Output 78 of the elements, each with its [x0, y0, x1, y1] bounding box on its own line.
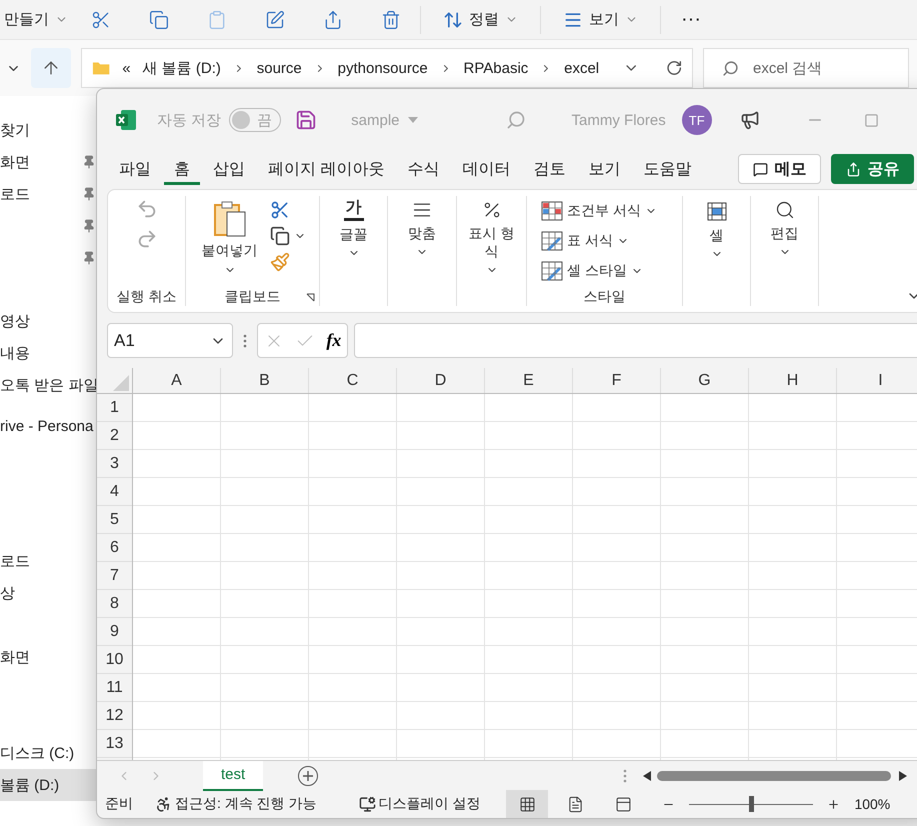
row-header[interactable]: 1	[97, 394, 132, 422]
breadcrumb[interactable]: 새 볼륨 (D:)	[142, 58, 221, 78]
column-header[interactable]: G	[661, 368, 749, 393]
accessibility-status[interactable]: 접근성: 계속 진행 가능	[175, 795, 317, 813]
breadcrumb[interactable]: source	[256, 60, 302, 76]
nav-item[interactable]: 화면	[0, 641, 100, 673]
toolbar-menu[interactable]: 만들기	[0, 2, 72, 38]
table-style-button[interactable]: 표 서식	[537, 226, 633, 256]
ribbon-tab[interactable]: 페이지 레이아웃	[258, 153, 394, 185]
paste-button[interactable]: 붙여넣기	[200, 196, 260, 280]
row-header[interactable]: 2	[97, 422, 132, 450]
ribbon-tab[interactable]: 파일	[109, 153, 161, 185]
ribbon-tab[interactable]: 데이터	[452, 153, 520, 185]
group-label: 실행 취소	[116, 288, 176, 306]
column-header[interactable]: F	[573, 368, 661, 393]
ribbon-tab[interactable]: 홈	[164, 153, 200, 185]
group-label: 스타일	[584, 288, 626, 306]
column-header[interactable]: A	[133, 368, 221, 393]
align-button[interactable]: 맞춤	[395, 196, 449, 262]
row-header[interactable]: 6	[97, 534, 132, 562]
row-header[interactable]: 13	[97, 730, 132, 758]
row-header[interactable]: 9	[97, 618, 132, 646]
column-header[interactable]: D	[397, 368, 485, 393]
ribbon-tab[interactable]: 검토	[523, 153, 576, 185]
column-header[interactable]: B	[221, 368, 309, 393]
nav-item[interactable]: 디스크 (C:)	[0, 737, 100, 769]
zoom-level[interactable]: 100%	[854, 796, 890, 812]
cells-button[interactable]: 셀	[694, 196, 738, 264]
ribbon-tab[interactable]: 삽입	[203, 153, 255, 185]
number-button[interactable]: 표시 형식	[464, 196, 520, 280]
nav-item[interactable]: 영상	[0, 305, 100, 337]
nav-item[interactable]: 상	[0, 577, 100, 609]
address-bar[interactable]: « 새 볼륨 (D:) source pythonsource RPAbasic excel	[81, 48, 693, 88]
breadcrumb[interactable]: pythonsource	[338, 60, 428, 76]
toolbar-menu[interactable]: 정렬	[421, 2, 540, 38]
font-button[interactable]: 가 글꼴	[326, 196, 380, 264]
toolbar-menu[interactable]: 보기	[541, 2, 660, 38]
ribbon-tab[interactable]: 보기	[578, 153, 630, 185]
row-header[interactable]: 7	[97, 562, 132, 590]
ribbon-tab[interactable]: 도움말	[633, 153, 702, 185]
user-name: Tammy Flores	[572, 112, 666, 128]
breadcrumb[interactable]: RPAbasic	[464, 60, 528, 76]
comment-button[interactable]: 메모	[738, 154, 822, 184]
share-button[interactable]: 공유	[831, 154, 914, 184]
user-avatar[interactable]: TF	[682, 105, 712, 135]
nav-item[interactable]: 로드	[0, 545, 100, 577]
row-header[interactable]: 12	[97, 702, 132, 730]
row-header[interactable]: 8	[97, 590, 132, 618]
more-button[interactable]: ···	[661, 2, 721, 38]
breadcrumb[interactable]: excel	[564, 60, 600, 76]
nav-item[interactable]: rive - Persona	[0, 410, 100, 442]
cell-style-button[interactable]: 셀 스타일	[537, 256, 647, 286]
edit-button[interactable]: 편집	[762, 196, 806, 262]
column-header[interactable]: E	[485, 368, 573, 393]
column-header[interactable]: H	[749, 368, 837, 393]
insert-function-button[interactable]: fx	[326, 330, 342, 351]
row-header[interactable]: 11	[97, 674, 132, 702]
row-header[interactable]: 3	[97, 450, 132, 478]
breadcrumb[interactable]: «	[122, 60, 131, 76]
autosave-label: 자동 저장	[157, 110, 222, 130]
search-field[interactable]: excel 검색	[703, 48, 909, 88]
row-header[interactable]: 5	[97, 506, 132, 534]
group-label: 클립보드	[224, 288, 280, 306]
display-settings[interactable]: 디스플레이 설정	[378, 795, 480, 813]
column-header[interactable]: I	[837, 368, 917, 393]
row-header[interactable]: 4	[97, 478, 132, 506]
nav-item[interactable]: 찾기	[0, 114, 100, 146]
conditional-style-button[interactable]: 조건부 서식	[537, 196, 661, 226]
ribbon-tab[interactable]: 수식	[397, 153, 450, 185]
row-header[interactable]: 10	[97, 646, 132, 674]
nav-item[interactable]: 오톡 받은 파일	[0, 369, 100, 401]
nav-item[interactable]: 화면	[0, 146, 100, 178]
nav-item[interactable]: 로드	[0, 178, 100, 210]
sheet-tab[interactable]: test	[203, 760, 264, 790]
nav-item[interactable]: 내용	[0, 337, 100, 369]
name-box[interactable]: A1	[107, 323, 233, 358]
status-text: 준비	[105, 795, 133, 813]
column-header[interactable]: C	[309, 368, 397, 393]
